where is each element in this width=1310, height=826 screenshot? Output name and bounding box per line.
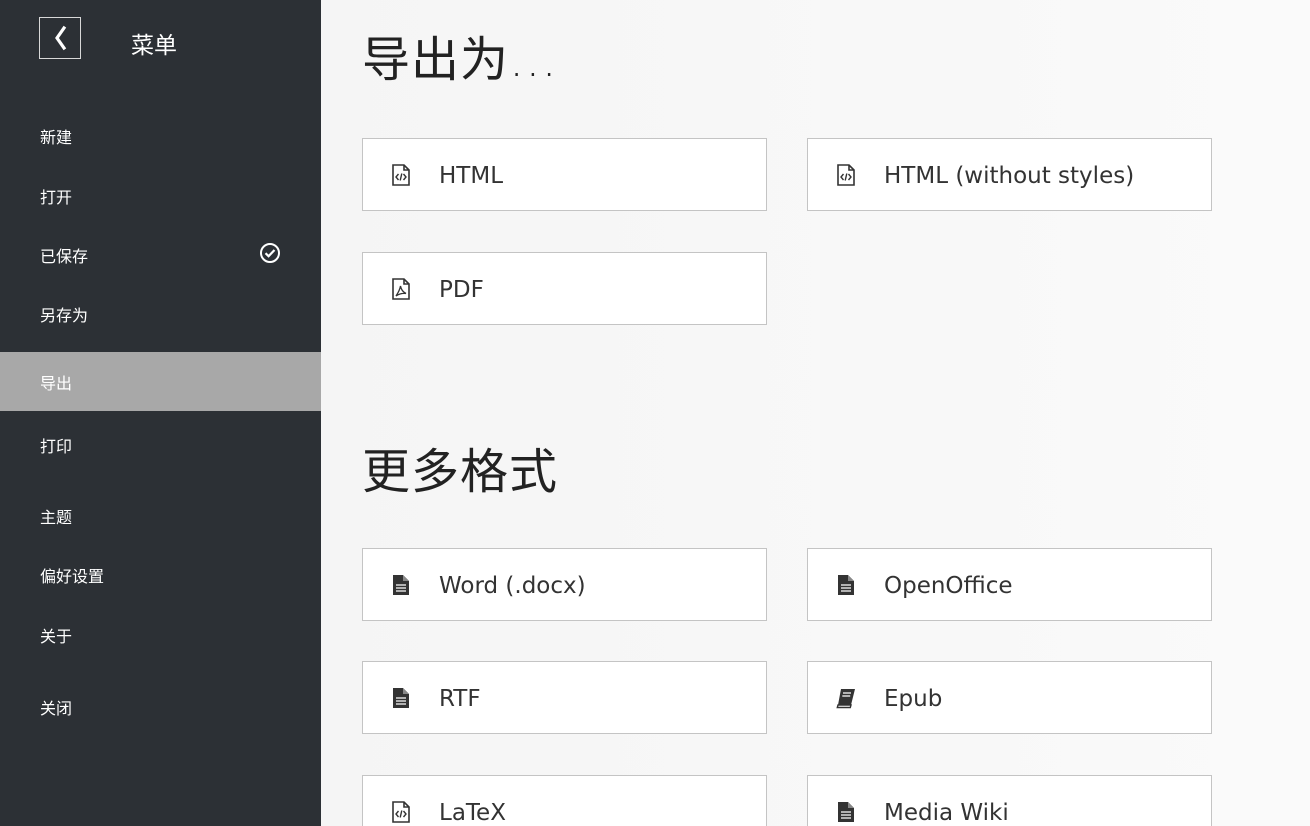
sidebar-item-label: 另存为 — [40, 306, 89, 325]
sidebar-item-print[interactable]: 打印 — [0, 417, 321, 473]
export-latex-button[interactable]: LaTeX — [362, 775, 767, 826]
file-text-icon — [393, 688, 409, 708]
export-epub-button[interactable]: Epub — [807, 661, 1212, 734]
book-icon — [836, 689, 855, 709]
export-heading: 导出为... — [362, 32, 558, 88]
sidebar-item-label: 主题 — [40, 508, 73, 527]
export-pdf-button[interactable]: PDF — [362, 252, 767, 325]
sidebar-item-label: 打开 — [40, 188, 73, 207]
export-option-label: HTML — [439, 162, 504, 189]
export-html-button[interactable]: HTML — [362, 138, 767, 211]
sidebar-item-save-as[interactable]: 另存为 — [0, 286, 321, 342]
file-code-icon — [392, 801, 410, 823]
sidebar-item-label: 新建 — [40, 128, 73, 147]
export-option-label: HTML (without styles) — [884, 162, 1135, 189]
export-option-label: LaTeX — [439, 799, 506, 826]
chevron-left-icon — [55, 25, 67, 51]
sidebar-item-export[interactable]: 导出 — [0, 352, 321, 411]
file-text-icon — [838, 802, 854, 822]
sidebar-item-label: 打印 — [40, 437, 73, 456]
sidebar-item-about[interactable]: 关于 — [0, 607, 321, 663]
export-option-label: OpenOffice — [884, 572, 1013, 599]
export-word-button[interactable]: Word (.docx) — [362, 548, 767, 621]
sidebar-item-preferences[interactable]: 偏好设置 — [0, 547, 321, 603]
export-option-label: Media Wiki — [884, 799, 1009, 826]
file-text-icon — [393, 575, 409, 595]
sidebar-item-theme[interactable]: 主题 — [0, 488, 321, 544]
check-circle-icon — [260, 243, 280, 263]
sidebar-item-label: 偏好设置 — [40, 567, 105, 586]
sidebar-item-new[interactable]: 新建 — [0, 108, 321, 164]
export-panel: 导出为... HTML HTML (without styles) PDF 更多… — [321, 0, 1310, 826]
export-rtf-button[interactable]: RTF — [362, 661, 767, 734]
export-mediawiki-button[interactable]: Media Wiki — [807, 775, 1212, 826]
export-html-plain-button[interactable]: HTML (without styles) — [807, 138, 1212, 211]
sidebar-item-open[interactable]: 打开 — [0, 168, 321, 224]
export-option-label: RTF — [439, 685, 481, 712]
file-code-icon — [392, 164, 410, 186]
sidebar-item-label: 关于 — [40, 627, 73, 646]
export-option-label: Word (.docx) — [439, 572, 586, 599]
file-code-icon — [837, 164, 855, 186]
export-openoffice-button[interactable]: OpenOffice — [807, 548, 1212, 621]
file-pdf-icon — [392, 278, 410, 300]
back-button[interactable] — [39, 17, 81, 59]
app-window: 菜单 新建 打开 已保存 另存为 导出 打印 主题 偏好设置 关于 关闭 导出为… — [0, 0, 1310, 826]
export-option-label: PDF — [439, 276, 484, 303]
sidebar-item-close[interactable]: 关闭 — [0, 679, 321, 735]
sidebar-item-label: 导出 — [40, 373, 73, 393]
more-formats-heading: 更多格式 — [362, 444, 559, 500]
sidebar-item-label: 关闭 — [40, 699, 73, 718]
export-option-label: Epub — [884, 685, 943, 712]
sidebar-title: 菜单 — [131, 33, 177, 59]
sidebar-menu: 菜单 新建 打开 已保存 另存为 导出 打印 主题 偏好设置 关于 关闭 — [0, 0, 321, 826]
sidebar-item-label: 已保存 — [40, 247, 89, 266]
file-text-icon — [838, 575, 854, 595]
